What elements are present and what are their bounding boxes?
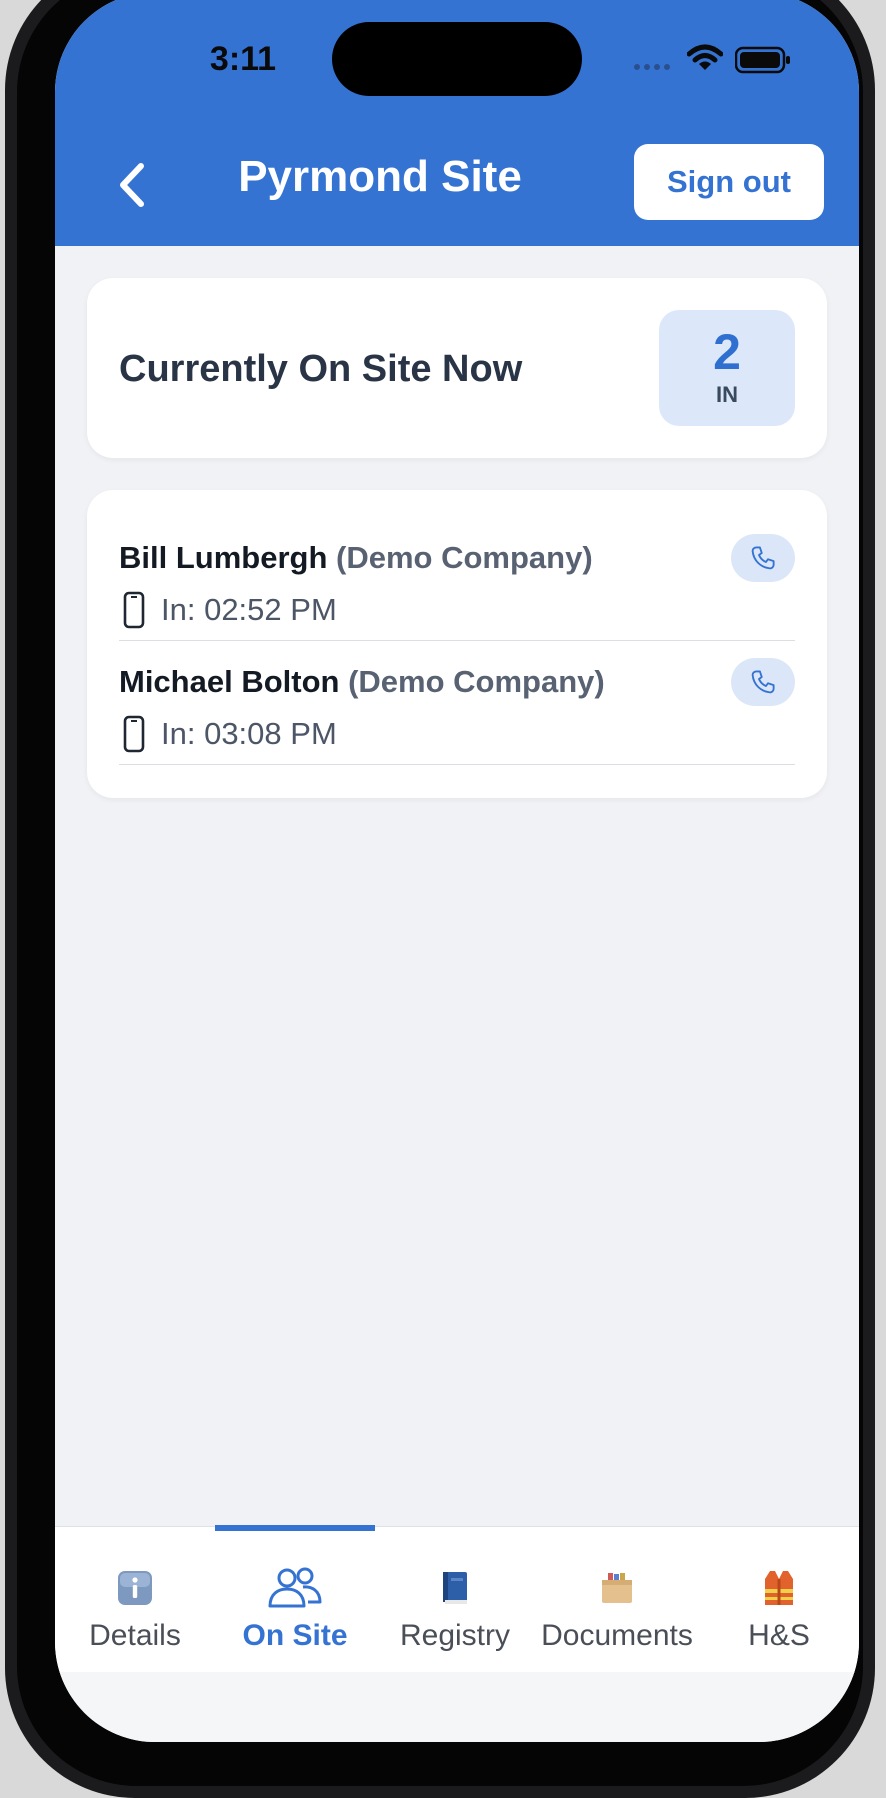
person-heading: Bill Lumbergh (Demo Company) [119,540,593,576]
on-site-summary-card: Currently On Site Now 2 IN [87,278,827,458]
bottom-tab-bar: Details On Site Registry Documents H&S [55,1525,859,1673]
chevron-left-icon[interactable] [113,160,153,210]
people-icon [268,1567,322,1608]
on-site-people-list: Bill Lumbergh (Demo Company) In: 02:52 P… [87,490,827,798]
summary-title: Currently On Site Now [119,348,523,390]
call-button[interactable] [731,658,795,706]
tab-label: Documents [541,1619,693,1652]
top-header: 3:11 Pyrmond Site Sign out [55,0,859,246]
tab-documents[interactable]: Documents [537,1527,697,1673]
dynamic-island [332,22,582,96]
check-in-line: In: 03:08 PM [119,714,337,754]
safety-vest-icon [765,1571,793,1605]
on-site-count-unit: IN [716,382,738,407]
tab-label: H&S [748,1619,810,1652]
tab-label: Registry [399,1619,511,1652]
on-site-count: 2 [713,324,741,380]
mobile-phone-icon [123,591,145,629]
book-icon [443,1572,467,1604]
info-icon [118,1571,152,1605]
battery-icon [735,46,790,74]
person-heading: Michael Bolton (Demo Company) [119,664,605,700]
home-indicator-area [55,1672,859,1742]
check-in-time: In: 02:52 PM [161,592,337,627]
person-name: Bill Lumbergh [119,540,328,575]
mobile-phone-icon [123,715,145,753]
wifi-icon [687,44,723,70]
phone-icon [751,670,775,694]
tab-label: Details [89,1619,181,1652]
person-row[interactable]: Bill Lumbergh (Demo Company) In: 02:52 P… [119,518,795,641]
tab-health-safety[interactable]: H&S [699,1527,859,1673]
tab-label: On Site [242,1619,348,1652]
phone-icon [751,546,775,570]
tab-on-site[interactable]: On Site [215,1527,375,1673]
box-icon [602,1573,632,1603]
tab-details[interactable]: Details [55,1527,215,1673]
sign-out-button[interactable]: Sign out [634,144,824,220]
tab-registry[interactable]: Registry [375,1527,535,1673]
page-title: Pyrmond Site [238,152,522,201]
phone-bezel: 3:11 Pyrmond Site Sign out Currently On … [17,0,863,1786]
status-time: 3:11 [209,40,277,78]
person-company: (Demo Company) [348,664,605,699]
person-row[interactable]: Michael Bolton (Demo Company) In: 03:08 … [119,642,795,765]
person-name: Michael Bolton [119,664,340,699]
person-company: (Demo Company) [336,540,593,575]
on-site-count-badge: 2 IN [659,310,795,426]
phone-frame: 3:11 Pyrmond Site Sign out Currently On … [5,0,875,1798]
check-in-time: In: 03:08 PM [161,716,337,751]
app-screen: 3:11 Pyrmond Site Sign out Currently On … [55,0,859,1742]
call-button[interactable] [731,534,795,582]
check-in-line: In: 02:52 PM [119,590,337,630]
cellular-signal-icon [634,64,670,70]
